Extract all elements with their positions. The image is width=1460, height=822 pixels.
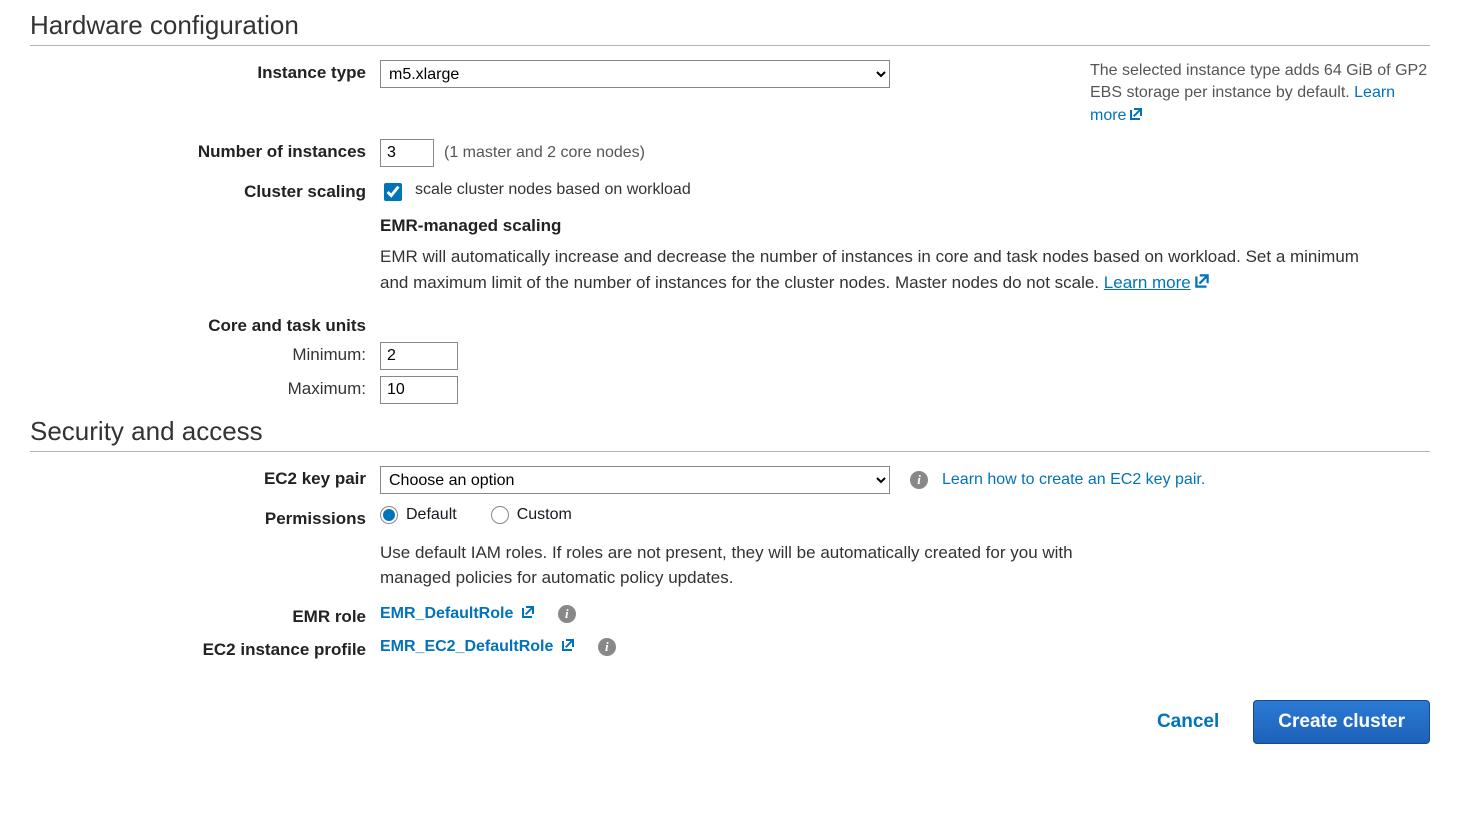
- external-link-icon: [560, 637, 576, 653]
- core-task-units-row: Core and task units: [30, 313, 1430, 336]
- cluster-scaling-checkbox-label: scale cluster nodes based on workload: [415, 179, 691, 199]
- minimum-input[interactable]: [380, 342, 458, 370]
- emr-managed-scaling-desc: EMR will automatically increase and decr…: [380, 244, 1380, 295]
- ec2-profile-link[interactable]: EMR_EC2_DefaultRole: [380, 637, 576, 656]
- ec2-keypair-row: EC2 key pair Choose an option i Learn ho…: [30, 466, 1430, 494]
- permissions-default-label: Default: [406, 506, 457, 524]
- ec2-keypair-select[interactable]: Choose an option: [380, 466, 890, 494]
- ec2-profile-row: EC2 instance profile EMR_EC2_DefaultRole…: [30, 637, 1430, 660]
- divider: [30, 451, 1430, 452]
- radio-icon: [380, 506, 398, 524]
- emr-role-link[interactable]: EMR_DefaultRole: [380, 604, 536, 623]
- create-cluster-button[interactable]: Create cluster: [1253, 700, 1430, 744]
- num-instances-label: Number of instances: [30, 139, 380, 162]
- info-icon[interactable]: i: [910, 471, 928, 489]
- cluster-scaling-checkbox[interactable]: [384, 183, 402, 201]
- instance-type-hint: The selected instance type adds 64 GiB o…: [1070, 60, 1430, 127]
- instance-type-row: Instance type m5.xlarge The selected ins…: [30, 60, 1430, 127]
- scaling-learn-more-link[interactable]: Learn more: [1104, 273, 1191, 292]
- permissions-custom-label: Custom: [517, 506, 572, 524]
- core-task-units-label: Core and task units: [30, 313, 380, 336]
- emr-managed-scaling-title: EMR-managed scaling: [380, 216, 1380, 236]
- emr-role-row: EMR role EMR_DefaultRole i: [30, 604, 1430, 627]
- permissions-custom-radio[interactable]: Custom: [491, 506, 572, 524]
- permissions-label: Permissions: [30, 506, 380, 529]
- permissions-default-radio[interactable]: Default: [380, 506, 457, 524]
- minimum-row: Minimum:: [30, 342, 1430, 370]
- info-icon[interactable]: i: [598, 638, 616, 656]
- divider: [30, 45, 1430, 46]
- radio-icon: [491, 506, 509, 524]
- emr-role-label: EMR role: [30, 604, 380, 627]
- external-link-icon: [1193, 272, 1211, 290]
- info-icon[interactable]: i: [558, 605, 576, 623]
- cancel-button[interactable]: Cancel: [1151, 710, 1225, 734]
- maximum-row: Maximum:: [30, 376, 1430, 404]
- num-instances-input[interactable]: [380, 139, 434, 167]
- security-section-title: Security and access: [30, 416, 1430, 447]
- ec2-keypair-label: EC2 key pair: [30, 466, 380, 489]
- num-instances-hint: (1 master and 2 core nodes): [444, 144, 645, 162]
- emr-managed-scaling-block: EMR-managed scaling EMR will automatical…: [380, 216, 1380, 295]
- footer-actions: Cancel Create cluster: [30, 700, 1430, 744]
- minimum-label: Minimum:: [30, 342, 380, 365]
- instance-type-label: Instance type: [30, 60, 380, 83]
- hardware-section-title: Hardware configuration: [30, 10, 1430, 41]
- external-link-icon: [1128, 106, 1144, 122]
- cluster-scaling-label: Cluster scaling: [30, 179, 380, 202]
- permissions-desc: Use default IAM roles. If roles are not …: [380, 541, 1120, 590]
- ec2-keypair-help-link[interactable]: Learn how to create an EC2 key pair.: [942, 471, 1205, 489]
- permissions-row: Permissions Default Custom: [30, 506, 1430, 529]
- ec2-profile-label: EC2 instance profile: [30, 637, 380, 660]
- num-instances-row: Number of instances (1 master and 2 core…: [30, 139, 1430, 167]
- maximum-input[interactable]: [380, 376, 458, 404]
- cluster-scaling-row: Cluster scaling scale cluster nodes base…: [30, 179, 1430, 204]
- instance-type-select[interactable]: m5.xlarge: [380, 60, 890, 88]
- maximum-label: Maximum:: [30, 376, 380, 399]
- external-link-icon: [520, 604, 536, 620]
